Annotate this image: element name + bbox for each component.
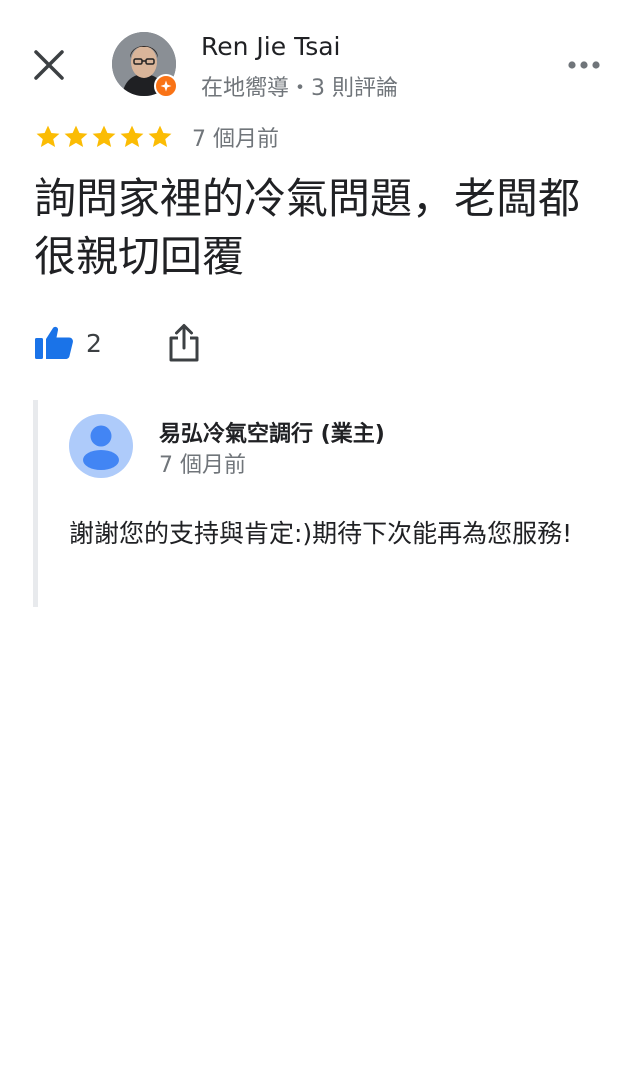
owner-avatar xyxy=(69,414,133,478)
star-icon xyxy=(92,125,116,148)
review-time: 7 個月前 xyxy=(192,127,279,152)
owner-reply: 易弘冷氣空調行 (業主) 7 個月前 謝謝您的支持與肯定:)期待下次能再為您服務… xyxy=(33,400,598,607)
reviewer-meta: 在地嚮導・3 則評論 xyxy=(201,76,398,101)
review-text: 詢問家裡的冷氣問題，老闆都很親切回覆 xyxy=(34,174,581,281)
star-icon xyxy=(148,125,172,148)
share-button[interactable] xyxy=(164,321,204,365)
share-icon xyxy=(169,324,199,362)
owner-name: 易弘冷氣空調行 (業主) xyxy=(159,422,385,447)
review-actions: 2 xyxy=(34,318,204,368)
close-icon xyxy=(34,50,64,80)
thumbs-up-icon xyxy=(35,326,73,359)
person-icon xyxy=(83,425,119,470)
like-button[interactable]: 2 xyxy=(34,325,102,361)
star-rating xyxy=(34,123,174,151)
close-button[interactable] xyxy=(24,40,74,90)
reviewer-avatar[interactable] xyxy=(112,32,178,98)
rating-row: 7 個月前 xyxy=(34,120,279,154)
star-icon xyxy=(36,125,60,148)
owner-reply-time: 7 個月前 xyxy=(159,453,246,478)
owner-reply-text: 謝謝您的支持與肯定:)期待下次能再為您服務! xyxy=(69,519,573,548)
local-guide-badge-icon xyxy=(154,74,178,98)
more-options-button[interactable] xyxy=(562,50,606,80)
reviewer-name[interactable]: Ren Jie Tsai xyxy=(201,32,341,61)
more-horizontal-icon xyxy=(568,61,600,69)
review-header: Ren Jie Tsai 在地嚮導・3 則評論 xyxy=(0,0,626,120)
star-icon xyxy=(64,125,88,148)
star-icon xyxy=(120,125,144,148)
like-count: 2 xyxy=(86,328,102,358)
